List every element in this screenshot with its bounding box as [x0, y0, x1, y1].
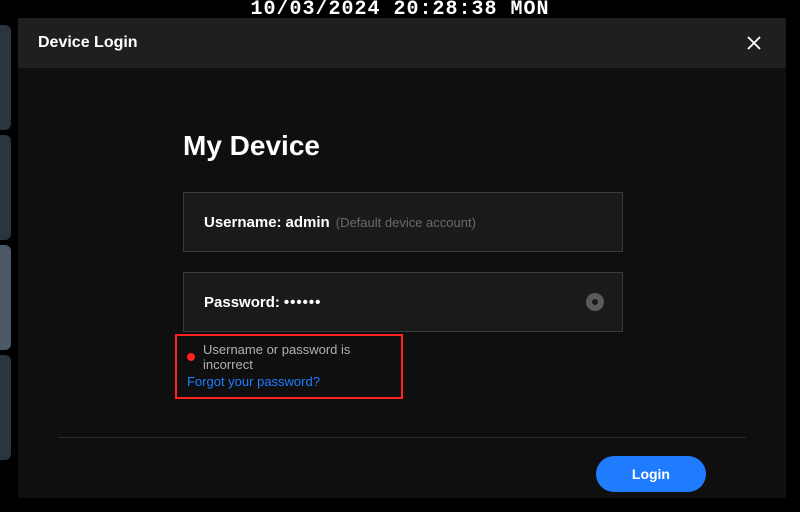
login-button[interactable]: Login	[596, 456, 706, 492]
modal-footer: Login	[58, 438, 746, 492]
error-message-row: Username or password is incorrect	[187, 342, 391, 372]
modal-title: Device Login	[38, 34, 138, 52]
error-message: Username or password is incorrect	[203, 342, 391, 372]
device-name-heading: My Device	[183, 130, 623, 162]
side-tab-1[interactable]	[0, 25, 11, 130]
side-tab-rail	[0, 0, 12, 512]
login-form: My Device Username: admin (Default devic…	[183, 130, 623, 399]
error-highlight-box: Username or password is incorrect Forgot…	[175, 334, 403, 399]
username-field[interactable]: Username: admin (Default device account)	[183, 192, 623, 252]
modal-header: Device Login	[18, 18, 786, 68]
side-tab-4[interactable]	[0, 355, 11, 460]
error-dot-icon	[187, 353, 195, 361]
forgot-password-link[interactable]: Forgot your password?	[187, 374, 391, 389]
close-button[interactable]	[742, 31, 766, 55]
device-login-modal: Device Login My Device Username: admin (…	[18, 18, 786, 498]
username-value: admin	[286, 214, 330, 231]
password-masked-value: ••••••	[284, 294, 322, 311]
eye-icon[interactable]	[586, 293, 604, 311]
side-tab-2[interactable]	[0, 135, 11, 240]
password-field[interactable]: Password: ••••••	[183, 272, 623, 332]
side-tab-3[interactable]	[0, 245, 11, 350]
username-label: Username:	[204, 214, 282, 231]
close-icon	[745, 34, 763, 52]
modal-body: My Device Username: admin (Default devic…	[18, 68, 786, 498]
password-label: Password:	[204, 294, 280, 311]
username-hint: (Default device account)	[336, 215, 476, 230]
